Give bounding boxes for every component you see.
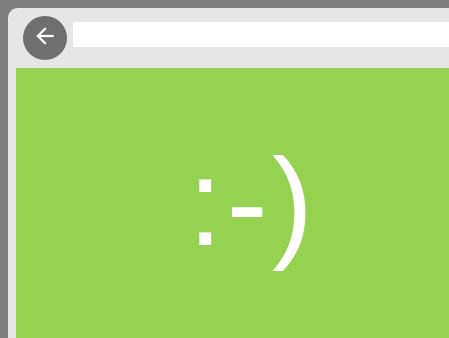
- smiley-text: :-): [188, 134, 318, 272]
- arrow-left-icon: [32, 23, 58, 54]
- back-button[interactable]: [23, 16, 67, 60]
- toolbar: [8, 8, 449, 68]
- address-bar[interactable]: [73, 22, 449, 47]
- page-content: :-): [16, 68, 449, 338]
- browser-window: :-): [8, 8, 449, 338]
